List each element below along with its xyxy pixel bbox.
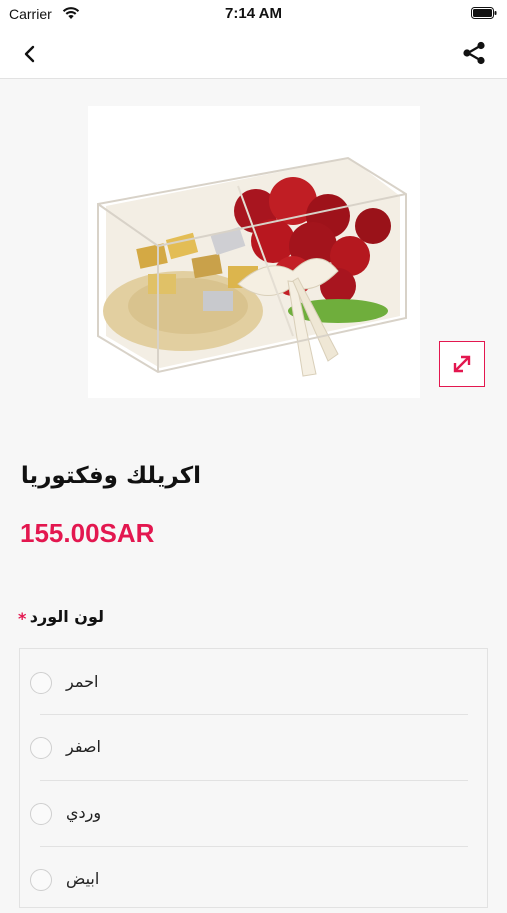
option-pink[interactable]: وردي [20,781,487,847]
option-label: وردي [66,803,102,822]
radio-button[interactable] [30,672,52,694]
share-icon [463,41,485,65]
product-image[interactable] [88,106,420,398]
radio-button[interactable] [30,869,52,891]
option-yellow[interactable]: اصفر [20,715,487,781]
option-red[interactable]: احمر [20,650,487,716]
product-title: اكريلك وفكتوريا [20,463,201,489]
battery-icon [471,7,497,19]
option-white[interactable]: ابيض [20,847,487,913]
status-bar: Carrier 7:14 AM [0,0,507,30]
clock: 7:14 AM [225,5,282,22]
option-label: ابيض [66,869,100,888]
option-group-label: لون الورد [29,607,104,626]
product-price: 155.00SAR [20,518,155,548]
share-button[interactable] [461,40,487,66]
back-button[interactable] [18,42,42,66]
radio-button[interactable] [30,737,52,759]
nav-bar [0,30,507,79]
expand-arrows-icon [453,355,471,373]
required-mark: * [18,609,27,628]
radio-button[interactable] [30,803,52,825]
gift-box-photo [97,156,407,377]
chevron-left-icon [24,45,35,63]
rose-color-options: احمر اصفر وردي ابيض [19,648,488,908]
expand-image-button[interactable] [439,341,485,387]
option-label: احمر [66,672,99,691]
option-label: اصفر [66,737,101,756]
